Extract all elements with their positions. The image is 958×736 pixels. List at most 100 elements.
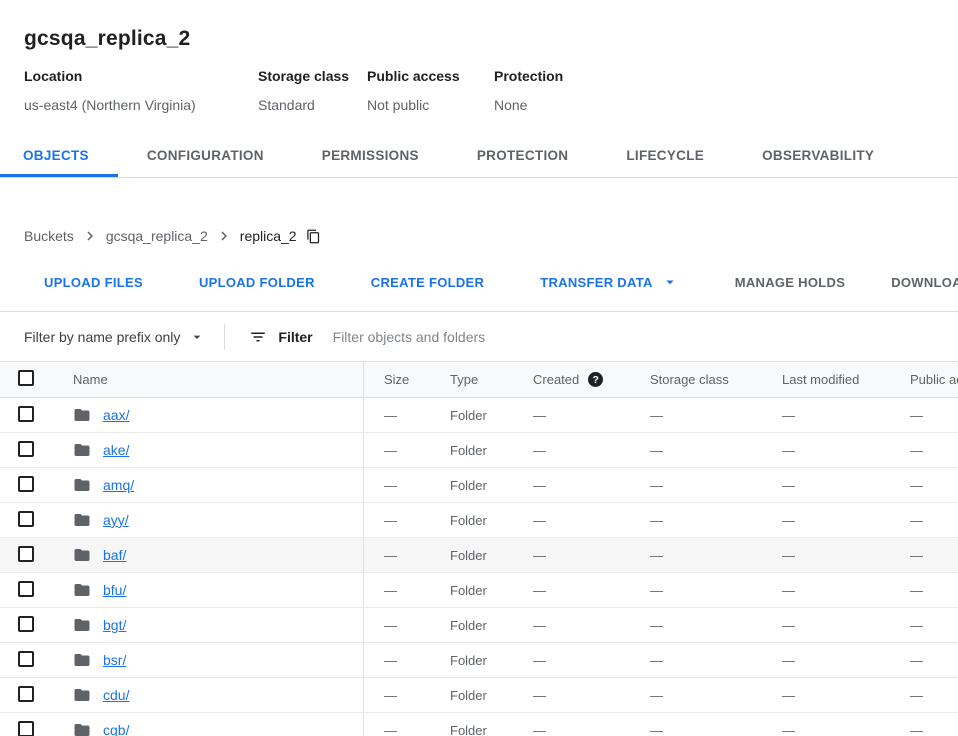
- download-button[interactable]: DOWNLOAD: [891, 275, 958, 290]
- meta-storage-class-value: Standard: [258, 97, 367, 114]
- folder-link[interactable]: baf/: [103, 547, 126, 563]
- breadcrumb-bucket-name[interactable]: gcsqa_replica_2: [106, 228, 208, 244]
- row-type: Folder: [437, 583, 520, 598]
- tab-permissions[interactable]: PERMISSIONS: [293, 148, 448, 177]
- row-type: Folder: [437, 443, 520, 458]
- objects-table: Name Size Type Created ? Storage class L…: [0, 362, 958, 736]
- row-public-access: —: [895, 408, 958, 423]
- table-row[interactable]: bfu/ — Folder — — — —: [0, 573, 958, 608]
- table-row[interactable]: ake/ — Folder — — — —: [0, 433, 958, 468]
- row-name-cell: baf/: [54, 538, 364, 572]
- row-checkbox[interactable]: [18, 511, 34, 527]
- row-checkbox[interactable]: [18, 406, 34, 422]
- row-storage-class: —: [637, 688, 769, 703]
- table-row[interactable]: aax/ — Folder — — — —: [0, 398, 958, 433]
- row-type: Folder: [437, 513, 520, 528]
- row-storage-class: —: [637, 583, 769, 598]
- upload-folder-button[interactable]: UPLOAD FOLDER: [199, 275, 315, 290]
- row-public-access: —: [895, 583, 958, 598]
- create-folder-button[interactable]: CREATE FOLDER: [371, 275, 484, 290]
- filter-scope-dropdown[interactable]: Filter by name prefix only: [24, 329, 205, 345]
- tab-lifecycle[interactable]: LIFECYCLE: [597, 148, 733, 177]
- table-row[interactable]: bgt/ — Folder — — — —: [0, 608, 958, 643]
- select-all-checkbox[interactable]: [18, 370, 34, 386]
- row-last-modified: —: [769, 723, 895, 736]
- row-checkbox[interactable]: [18, 721, 34, 736]
- row-last-modified: —: [769, 583, 895, 598]
- row-name-cell: amq/: [54, 468, 364, 502]
- row-checkbox-cell: [0, 721, 54, 736]
- row-checkbox[interactable]: [18, 546, 34, 562]
- row-created: —: [520, 723, 637, 736]
- help-icon[interactable]: ?: [588, 372, 603, 387]
- folder-link[interactable]: ayy/: [103, 512, 129, 528]
- row-checkbox-cell: [0, 511, 54, 530]
- folder-link[interactable]: cgb/: [103, 722, 129, 736]
- table-row[interactable]: amq/ — Folder — — — —: [0, 468, 958, 503]
- row-checkbox[interactable]: [18, 686, 34, 702]
- row-name-cell: ake/: [54, 433, 364, 467]
- row-last-modified: —: [769, 443, 895, 458]
- meta-public-access: Public access Not public: [367, 68, 494, 114]
- tab-observability[interactable]: OBSERVABILITY: [733, 148, 903, 177]
- tab-configuration[interactable]: CONFIGURATION: [118, 148, 293, 177]
- tab-protection[interactable]: PROTECTION: [448, 148, 598, 177]
- row-created: —: [520, 408, 637, 423]
- manage-holds-button[interactable]: MANAGE HOLDS: [735, 275, 846, 290]
- row-size: —: [364, 548, 437, 563]
- row-checkbox[interactable]: [18, 616, 34, 632]
- column-header-name[interactable]: Name: [54, 362, 364, 397]
- folder-link[interactable]: aax/: [103, 407, 129, 423]
- column-header-public-access[interactable]: Public access: [895, 372, 958, 387]
- tab-objects[interactable]: OBJECTS: [0, 148, 118, 177]
- row-checkbox[interactable]: [18, 581, 34, 597]
- row-last-modified: —: [769, 688, 895, 703]
- table-row[interactable]: cdu/ — Folder — — — —: [0, 678, 958, 713]
- column-header-type[interactable]: Type: [437, 372, 520, 387]
- row-last-modified: —: [769, 653, 895, 668]
- folder-link[interactable]: bsr/: [103, 652, 126, 668]
- folder-link[interactable]: ake/: [103, 442, 129, 458]
- row-checkbox[interactable]: [18, 476, 34, 492]
- row-storage-class: —: [637, 443, 769, 458]
- row-checkbox[interactable]: [18, 651, 34, 667]
- table-row[interactable]: bsr/ — Folder — — — —: [0, 643, 958, 678]
- folder-link[interactable]: bgt/: [103, 617, 126, 633]
- upload-files-button[interactable]: UPLOAD FILES: [44, 275, 143, 290]
- breadcrumb-buckets[interactable]: Buckets: [24, 228, 74, 244]
- column-header-created[interactable]: Created ?: [520, 372, 637, 387]
- row-last-modified: —: [769, 408, 895, 423]
- row-created: —: [520, 618, 637, 633]
- row-name-cell: aax/: [54, 398, 364, 432]
- row-type: Folder: [437, 653, 520, 668]
- column-header-last-modified[interactable]: Last modified: [769, 372, 895, 387]
- copy-icon[interactable]: [306, 229, 321, 244]
- row-checkbox[interactable]: [18, 441, 34, 457]
- table-row[interactable]: ayy/ — Folder — — — —: [0, 503, 958, 538]
- meta-public-access-label: Public access: [367, 68, 494, 84]
- row-checkbox-cell: [0, 581, 54, 600]
- folder-link[interactable]: cdu/: [103, 687, 129, 703]
- row-checkbox-cell: [0, 406, 54, 425]
- meta-storage-class-label: Storage class: [258, 68, 367, 84]
- folder-link[interactable]: bfu/: [103, 582, 126, 598]
- row-last-modified: —: [769, 548, 895, 563]
- row-type: Folder: [437, 723, 520, 736]
- row-last-modified: —: [769, 618, 895, 633]
- row-created: —: [520, 443, 637, 458]
- table-row[interactable]: cgb/ — Folder — — — —: [0, 713, 958, 736]
- transfer-data-button[interactable]: TRANSFER DATA: [540, 273, 678, 291]
- row-type: Folder: [437, 478, 520, 493]
- meta-location-value: us-east4 (Northern Virginia): [24, 97, 258, 114]
- folder-icon: [73, 651, 91, 669]
- row-last-modified: —: [769, 478, 895, 493]
- row-size: —: [364, 583, 437, 598]
- folder-link[interactable]: amq/: [103, 477, 134, 493]
- row-size: —: [364, 653, 437, 668]
- filter-objects-input[interactable]: [333, 322, 958, 352]
- table-row[interactable]: baf/ — Folder — — — —: [0, 538, 958, 573]
- column-header-storage-class[interactable]: Storage class: [637, 372, 769, 387]
- meta-protection-value: None: [494, 97, 563, 114]
- column-header-size[interactable]: Size: [364, 372, 437, 387]
- row-checkbox-cell: [0, 546, 54, 565]
